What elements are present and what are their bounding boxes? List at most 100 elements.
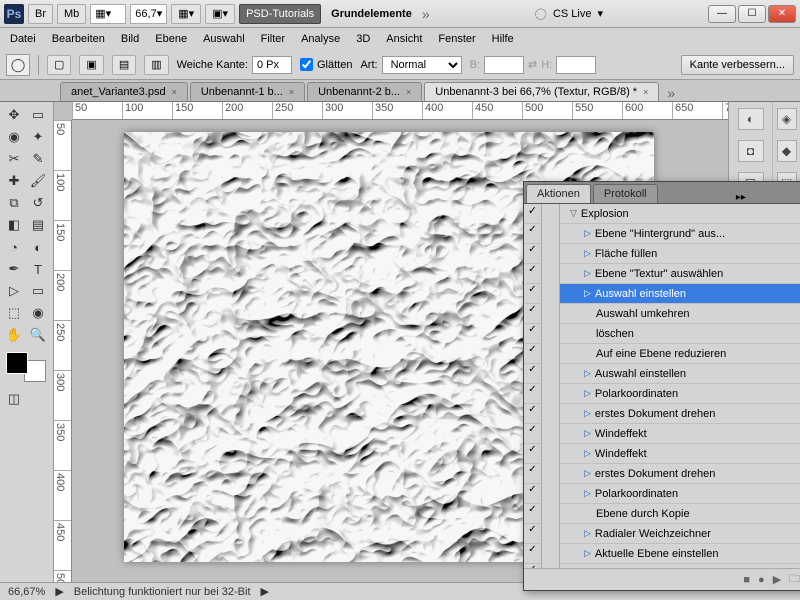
action-set-root[interactable]: ▽ Explosion: [560, 204, 800, 224]
document-tab[interactable]: Unbenannt-1 b...×: [190, 82, 305, 101]
action-item[interactable]: ▷erstes Dokument drehen: [560, 464, 800, 484]
path-tool[interactable]: ▷: [2, 280, 26, 302]
action-item[interactable]: ▷Auswahl einstellen: [560, 364, 800, 384]
move-tool[interactable]: ✥: [2, 104, 26, 126]
record-button[interactable]: ●: [758, 574, 765, 586]
action-item[interactable]: löschen: [560, 324, 800, 344]
layout-selector[interactable]: ▦▾: [90, 4, 126, 24]
active-tool-icon[interactable]: ◯: [6, 54, 30, 76]
crop-tool[interactable]: ✂: [2, 148, 26, 170]
action-item[interactable]: ▷Auswahl einstellen: [560, 284, 800, 304]
tab-close-icon[interactable]: ×: [172, 87, 177, 97]
color-swatch[interactable]: [6, 352, 46, 382]
refine-edge-button[interactable]: Kante verbessern...: [681, 55, 794, 75]
tab-aktionen[interactable]: Aktionen: [526, 184, 591, 203]
stamp-tool[interactable]: ⧉: [2, 192, 26, 214]
action-checkbox[interactable]: ✓: [524, 284, 541, 304]
feather-input[interactable]: [252, 56, 292, 74]
action-item[interactable]: ▷erstes Dokument drehen: [560, 404, 800, 424]
action-item[interactable]: Ebene durch Kopie: [560, 504, 800, 524]
antialias-checkbox[interactable]: [300, 58, 313, 71]
close-button[interactable]: ✕: [768, 5, 796, 23]
action-item[interactable]: ▷Ebene "Hintergrund" aus...: [560, 224, 800, 244]
pen-tool[interactable]: ✒: [2, 258, 26, 280]
quickmask-button[interactable]: ◫: [2, 388, 26, 410]
action-item[interactable]: ▷Polarkoordinaten: [560, 384, 800, 404]
action-checkbox[interactable]: ✓: [524, 424, 541, 444]
menu-datei[interactable]: Datei: [10, 33, 36, 45]
action-checkbox[interactable]: ✓: [524, 444, 541, 464]
action-checkbox[interactable]: ✓: [524, 244, 541, 264]
play-button[interactable]: ▶: [773, 573, 781, 586]
action-checkbox[interactable]: ✓: [524, 484, 541, 504]
minibridge-button[interactable]: Mb: [57, 4, 86, 24]
cslive-icon[interactable]: ◯: [535, 7, 547, 20]
brush-tool[interactable]: 🖌: [26, 170, 50, 192]
zoom-tool[interactable]: 🔍: [26, 324, 50, 346]
action-checkbox[interactable]: ✓: [524, 224, 541, 244]
lasso-tool[interactable]: ◉: [2, 126, 26, 148]
style-select[interactable]: Normal: [382, 56, 462, 74]
gradient-tool[interactable]: ▤: [26, 214, 50, 236]
3d-camera-tool[interactable]: ◉: [26, 302, 50, 324]
document-tab[interactable]: Unbenannt-3 bei 66,7% (Textur, RGB/8) *×: [424, 82, 659, 101]
color-panel-icon[interactable]: ◐: [738, 108, 764, 130]
arrange-button[interactable]: ▦▾: [171, 4, 201, 24]
cslive-dropdown-icon[interactable]: ▾: [597, 7, 603, 20]
action-item[interactable]: ▷Windeffekt: [560, 424, 800, 444]
action-item[interactable]: ▷Aktuelle Ebene einstellen: [560, 564, 800, 568]
twist-icon[interactable]: ▽: [570, 208, 577, 219]
tabs-overflow-icon[interactable]: »: [667, 85, 675, 101]
action-item[interactable]: ▷Fläche füllen: [560, 244, 800, 264]
ruler-vertical[interactable]: 50100150200250300350400450500550600650: [54, 120, 72, 582]
shape-tool[interactable]: ▭: [26, 280, 50, 302]
action-item[interactable]: ▷Aktuelle Ebene einstellen: [560, 544, 800, 564]
action-item[interactable]: ▷Radialer Weichzeichner: [560, 524, 800, 544]
status-arrow-icon-2[interactable]: ▶: [261, 585, 269, 598]
screenmode-button[interactable]: ▣▾: [205, 4, 235, 24]
type-tool[interactable]: T: [26, 258, 50, 280]
action-checkbox[interactable]: ✓: [524, 364, 541, 384]
new-set-button[interactable]: 🗀: [789, 570, 800, 589]
selection-add-button[interactable]: ▣: [79, 55, 103, 75]
menu-ansicht[interactable]: Ansicht: [386, 33, 422, 45]
action-checkbox[interactable]: ✓: [524, 464, 541, 484]
cslive-label[interactable]: CS Live: [553, 8, 592, 20]
adjustments-panel-icon[interactable]: ◘: [738, 140, 764, 162]
workspace-label[interactable]: Grundelemente: [325, 8, 418, 20]
panel-collapse-icon[interactable]: ▸▸: [730, 192, 752, 203]
action-checkbox[interactable]: ✓: [524, 324, 541, 344]
selection-intersect-button[interactable]: ▥: [144, 55, 168, 75]
eyedropper-tool[interactable]: ✎: [26, 148, 50, 170]
stop-button[interactable]: ■: [743, 574, 750, 586]
action-checkbox[interactable]: ✓: [524, 344, 541, 364]
tab-close-icon[interactable]: ×: [406, 87, 411, 97]
menu-bild[interactable]: Bild: [121, 33, 139, 45]
tab-protokoll[interactable]: Protokoll: [593, 184, 658, 203]
action-checkbox[interactable]: ✓: [524, 504, 541, 524]
menu-auswahl[interactable]: Auswahl: [203, 33, 245, 45]
maximize-button[interactable]: ☐: [738, 5, 766, 23]
action-checkbox[interactable]: ✓: [524, 384, 541, 404]
menu-hilfe[interactable]: Hilfe: [492, 33, 514, 45]
heal-tool[interactable]: ✚: [2, 170, 26, 192]
status-zoom[interactable]: 66,67%: [8, 586, 45, 598]
wand-tool[interactable]: ✦: [26, 126, 50, 148]
action-checkbox[interactable]: ✓: [524, 264, 541, 284]
actions-panel[interactable]: Aktionen Protokoll ▸▸ ▾≡ ✓✓✓✓✓✓✓✓✓✓✓✓✓✓✓…: [523, 181, 800, 591]
menu-3d[interactable]: 3D: [356, 33, 370, 45]
document-tab[interactable]: anet_Variante3.psd×: [60, 82, 188, 101]
zoom-selector[interactable]: 66,7 ▾: [130, 4, 167, 24]
action-checkbox[interactable]: ✓: [524, 404, 541, 424]
eraser-tool[interactable]: ◧: [2, 214, 26, 236]
3d-tool[interactable]: ⬚: [2, 302, 26, 324]
menu-filter[interactable]: Filter: [261, 33, 285, 45]
brand-button[interactable]: PSD-Tutorials: [239, 4, 321, 24]
minimize-button[interactable]: —: [708, 5, 736, 23]
menu-fenster[interactable]: Fenster: [438, 33, 475, 45]
blur-tool[interactable]: ◔: [2, 236, 26, 258]
tab-close-icon[interactable]: ×: [289, 87, 294, 97]
action-checkbox[interactable]: ✓: [524, 544, 541, 564]
dodge-tool[interactable]: ◐: [26, 236, 50, 258]
action-item[interactable]: ▷Ebene "Textur" auswählen: [560, 264, 800, 284]
